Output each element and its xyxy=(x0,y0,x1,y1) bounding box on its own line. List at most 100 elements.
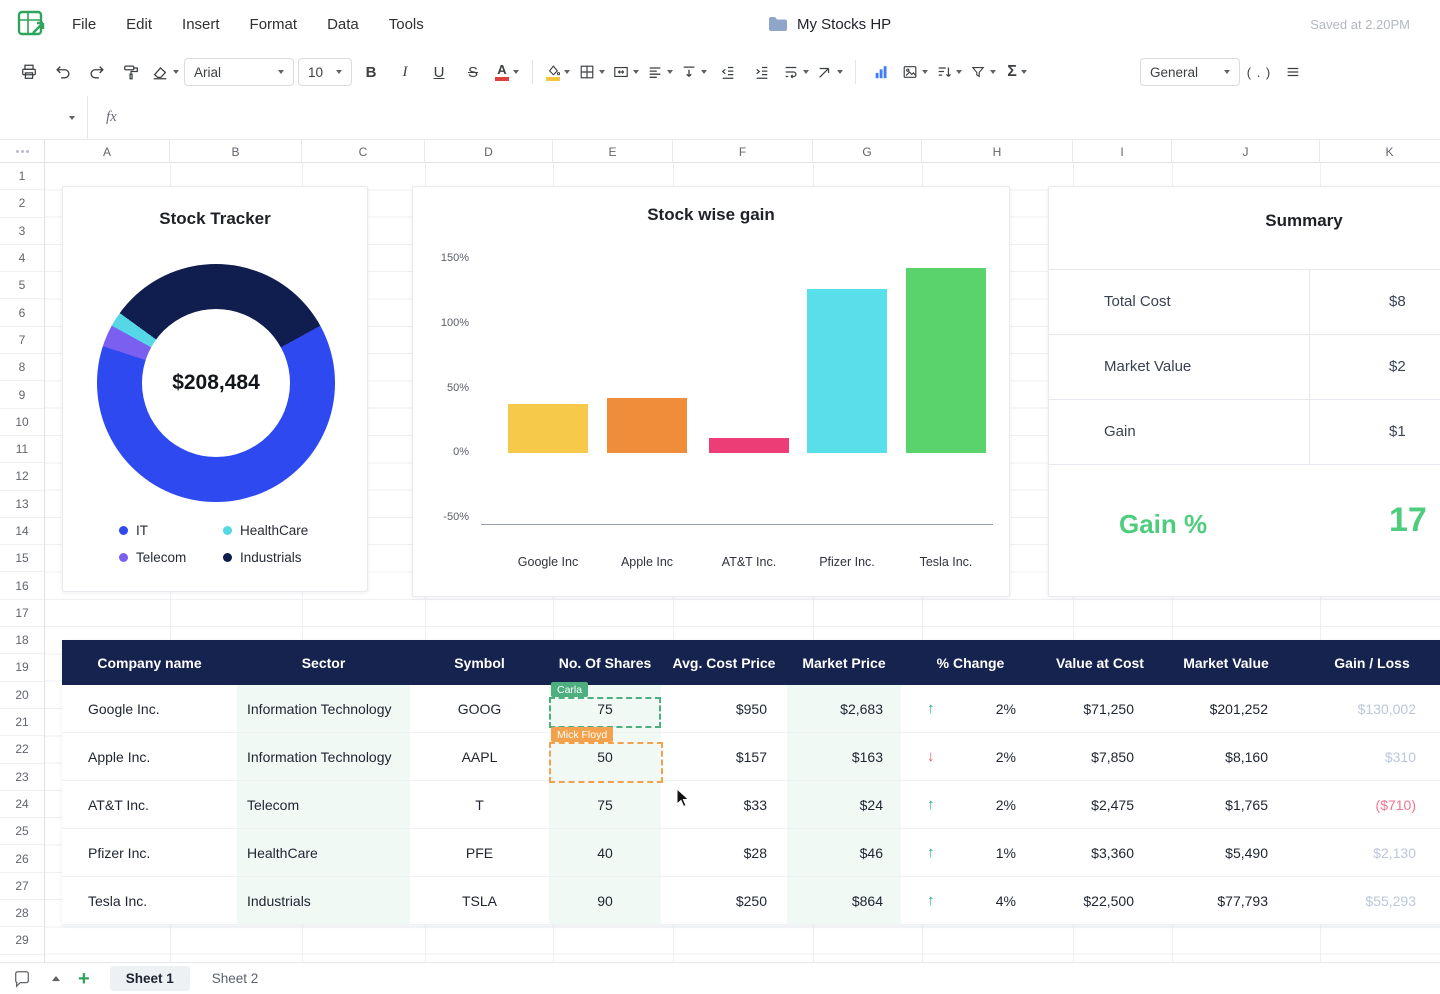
cell-sector[interactable]: Information Technology xyxy=(237,685,410,732)
table-header-avg-cost-price[interactable]: Avg. Cost Price xyxy=(661,640,787,685)
cell-market[interactable]: $46 xyxy=(787,829,901,876)
row-header-1[interactable]: 1 xyxy=(0,163,44,190)
column-header-I[interactable]: I xyxy=(1073,140,1172,163)
tab-sheet-2[interactable]: Sheet 2 xyxy=(196,966,275,991)
cell-cost[interactable]: $28 xyxy=(661,829,787,876)
column-header-A[interactable]: A xyxy=(45,140,170,163)
cell-sector[interactable]: Information Technology xyxy=(237,733,410,780)
font-family-select[interactable]: Arial xyxy=(184,58,294,86)
cell-change[interactable]: ↑1% xyxy=(901,829,1040,876)
functions-button[interactable]: Σ xyxy=(1002,57,1032,87)
wrap-text-button[interactable] xyxy=(781,57,811,87)
row-header-7[interactable]: 7 xyxy=(0,327,44,354)
cell-change[interactable]: ↓2% xyxy=(901,733,1040,780)
cell-value_at_cost[interactable]: $2,475 xyxy=(1040,781,1160,828)
row-header-20[interactable]: 20 xyxy=(0,682,44,709)
underline-button[interactable]: U xyxy=(424,57,454,87)
row-header-12[interactable]: 12 xyxy=(0,463,44,490)
row-header-9[interactable]: 9 xyxy=(0,381,44,408)
name-box[interactable] xyxy=(0,96,88,139)
row-header-10[interactable]: 10 xyxy=(0,409,44,436)
cell-market_value[interactable]: $77,793 xyxy=(1160,877,1292,924)
cell-market_value[interactable]: $1,765 xyxy=(1160,781,1292,828)
tab-sheet-1[interactable]: Sheet 1 xyxy=(110,966,190,991)
fill-color-button[interactable] xyxy=(543,57,573,87)
text-color-button[interactable]: A xyxy=(492,57,522,87)
row-header-28[interactable]: 28 xyxy=(0,900,44,927)
more-formats-button[interactable] xyxy=(1278,57,1308,87)
document-title[interactable]: My Stocks HP xyxy=(768,0,891,48)
cell-market_value[interactable]: $8,160 xyxy=(1160,733,1292,780)
cell-gain_loss[interactable]: ($710) xyxy=(1292,781,1440,828)
column-header-H[interactable]: H xyxy=(922,140,1073,163)
add-sheet-button[interactable]: + xyxy=(78,969,90,989)
redo-button[interactable] xyxy=(82,57,112,87)
cell-symbol[interactable]: AAPL xyxy=(410,733,549,780)
cell-market_value[interactable]: $201,252 xyxy=(1160,685,1292,732)
decimal-format-button[interactable]: ( . ) xyxy=(1244,57,1274,87)
column-header-K[interactable]: K xyxy=(1320,140,1440,163)
table-header-market-value[interactable]: Market Value xyxy=(1160,640,1292,685)
merge-cells-button[interactable] xyxy=(611,57,641,87)
undo-button[interactable] xyxy=(48,57,78,87)
row-header-4[interactable]: 4 xyxy=(0,245,44,272)
cell-gain_loss[interactable]: $310 xyxy=(1292,733,1440,780)
sheet-list-button[interactable] xyxy=(52,976,60,981)
row-header-25[interactable]: 25 xyxy=(0,818,44,845)
menu-format[interactable]: Format xyxy=(250,16,298,33)
menu-tools[interactable]: Tools xyxy=(389,16,424,33)
menu-insert[interactable]: Insert xyxy=(182,16,220,33)
cell-gain_loss[interactable]: $55,293 xyxy=(1292,877,1440,924)
cell-cost[interactable]: $157 xyxy=(661,733,787,780)
cell-market[interactable]: $864 xyxy=(787,877,901,924)
cell-company[interactable]: Google Inc. xyxy=(62,685,237,732)
cell-value_at_cost[interactable]: $22,500 xyxy=(1040,877,1160,924)
table-row-t[interactable]: AT&T Inc.TelecomT75$33$24↑2%$2,475$1,765… xyxy=(62,781,1440,829)
cell-sector[interactable]: HealthCare xyxy=(237,829,410,876)
cell-change[interactable]: ↑2% xyxy=(901,685,1040,732)
row-header-14[interactable]: 14 xyxy=(0,518,44,545)
number-format-select[interactable]: General xyxy=(1140,58,1240,86)
row-header-26[interactable]: 26 xyxy=(0,845,44,872)
column-header-B[interactable]: B xyxy=(170,140,302,163)
column-header-D[interactable]: D xyxy=(425,140,553,163)
row-header-30[interactable]: 30 xyxy=(0,955,44,962)
table-header-gain-loss[interactable]: Gain / Loss xyxy=(1292,640,1440,685)
table-row-tsla[interactable]: Tesla Inc.IndustrialsTSLA90$250$864↑4%$2… xyxy=(62,877,1440,925)
cell-change[interactable]: ↑2% xyxy=(901,781,1040,828)
menu-data[interactable]: Data xyxy=(327,16,359,33)
sort-button[interactable] xyxy=(934,57,964,87)
cell-sector[interactable]: Telecom xyxy=(237,781,410,828)
column-header-G[interactable]: G xyxy=(813,140,922,163)
font-size-select[interactable]: 10 xyxy=(298,58,352,86)
clear-format-button[interactable] xyxy=(150,57,180,87)
row-header-18[interactable]: 18 xyxy=(0,627,44,654)
table-header-symbol[interactable]: Symbol xyxy=(410,640,549,685)
table-row-aapl[interactable]: Apple Inc.Information TechnologyAAPL50$1… xyxy=(62,733,1440,781)
cell-market[interactable]: $24 xyxy=(787,781,901,828)
table-header-no-of-shares[interactable]: No. Of Shares xyxy=(549,640,661,685)
print-button[interactable] xyxy=(14,57,44,87)
column-header-F[interactable]: F xyxy=(673,140,813,163)
select-all-corner[interactable] xyxy=(0,140,45,163)
cell-market_value[interactable]: $5,490 xyxy=(1160,829,1292,876)
format-painter-button[interactable] xyxy=(116,57,146,87)
comments-button[interactable] xyxy=(10,967,34,991)
cell-value_at_cost[interactable]: $7,850 xyxy=(1040,733,1160,780)
menu-edit[interactable]: Edit xyxy=(126,16,152,33)
table-header-company-name[interactable]: Company name xyxy=(62,640,237,685)
row-header-5[interactable]: 5 xyxy=(0,272,44,299)
row-header-11[interactable]: 11 xyxy=(0,436,44,463)
row-header-22[interactable]: 22 xyxy=(0,736,44,763)
table-header-market-price[interactable]: Market Price xyxy=(787,640,901,685)
row-header-13[interactable]: 13 xyxy=(0,491,44,518)
insert-image-button[interactable] xyxy=(900,57,930,87)
menu-file[interactable]: File xyxy=(72,16,96,33)
vertical-align-button[interactable] xyxy=(679,57,709,87)
borders-button[interactable] xyxy=(577,57,607,87)
filter-button[interactable] xyxy=(968,57,998,87)
row-header-29[interactable]: 29 xyxy=(0,927,44,954)
column-header-J[interactable]: J xyxy=(1172,140,1320,163)
cell-market[interactable]: $163 xyxy=(787,733,901,780)
cell-company[interactable]: Pfizer Inc. xyxy=(62,829,237,876)
